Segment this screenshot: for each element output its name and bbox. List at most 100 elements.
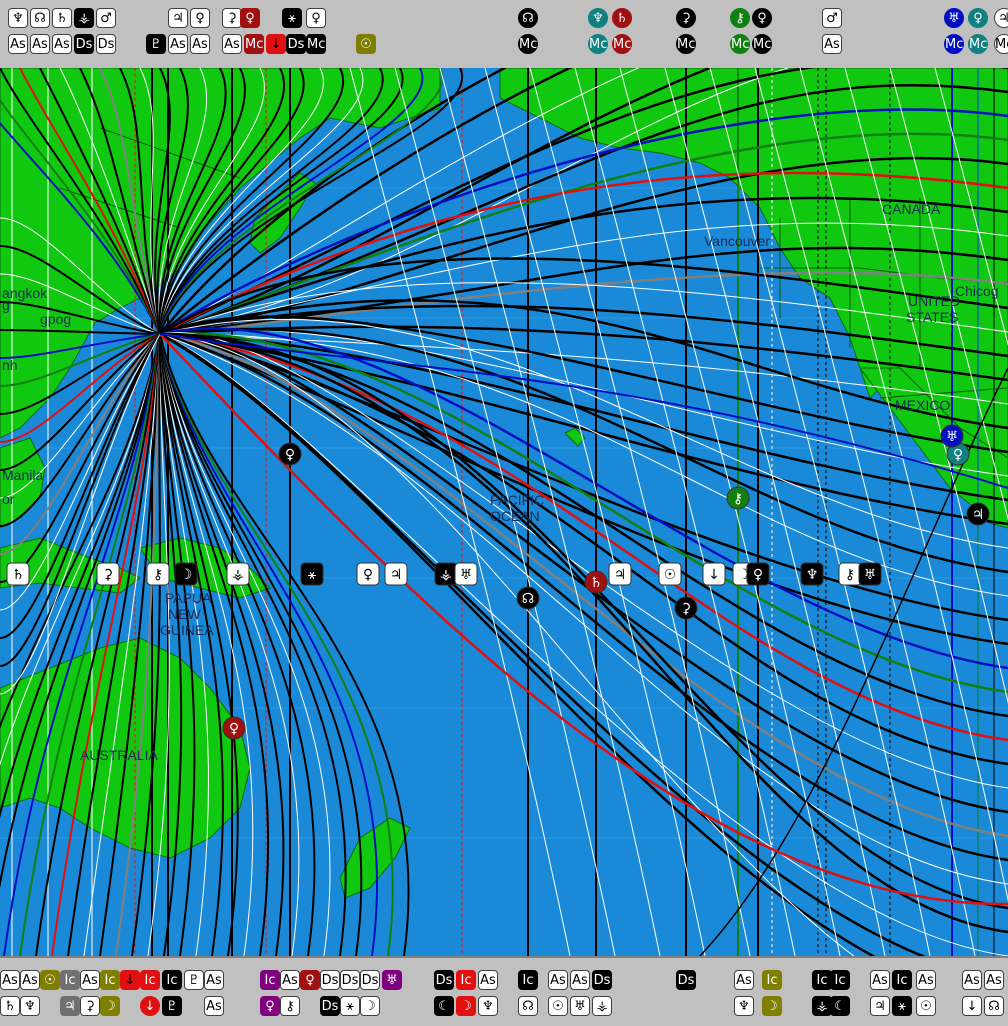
bottom-row1-glyph-8[interactable]: Ic [162,970,182,990]
bottom-row1-glyph-22[interactable]: As [548,970,568,990]
top-row1-glyph-13[interactable]: ♄ [612,8,632,28]
top-row1-glyph-10[interactable]: ♀ [306,8,326,28]
bottom-row1-glyph-14[interactable]: Ds [320,970,340,990]
map-glyph-23[interactable]: ⚷ [726,486,750,510]
map-glyph-8[interactable]: ⚶ [434,562,458,586]
bottom-row2-glyph-12[interactable]: ☽ [360,996,380,1016]
map-glyph-13[interactable]: ↓ [702,562,726,586]
map-glyph-2[interactable]: ⚷ [146,562,170,586]
bottom-row1-glyph-15[interactable]: Ds [340,970,360,990]
top-row2-glyph-0[interactable]: As [8,34,28,54]
bottom-row2-glyph-20[interactable]: ♆ [734,996,754,1016]
bottom-row2-glyph-28[interactable]: ☊ [984,996,1004,1016]
bottom-row1-glyph-20[interactable]: As [478,970,498,990]
bottom-row1-glyph-32[interactable]: As [916,970,936,990]
bottom-row1-glyph-6[interactable]: ↓ [120,970,140,990]
top-row2-glyph-4[interactable]: Ds [96,34,116,54]
map-glyph-15[interactable]: ♀ [746,562,770,586]
map-glyph-21[interactable]: ⚳ [674,596,698,620]
bottom-row2-glyph-22[interactable]: ⚶ [812,996,832,1016]
top-row1-glyph-4[interactable]: ♂ [96,8,116,28]
top-row2-glyph-23[interactable]: Mc [994,34,1008,54]
bottom-row1-glyph-17[interactable]: ♅ [382,970,402,990]
map-glyph-20[interactable]: ☊ [516,586,540,610]
top-row2-glyph-6[interactable]: As [168,34,188,54]
bottom-row1-glyph-10[interactable]: As [204,970,224,990]
top-row1-glyph-5[interactable]: ♃ [168,8,188,28]
bottom-row2-glyph-26[interactable]: ☉ [916,996,936,1016]
bottom-row2-glyph-4[interactable]: ☽ [100,996,120,1016]
bottom-row2-glyph-24[interactable]: ♃ [870,996,890,1016]
top-row1-glyph-9[interactable]: ⚹ [282,8,302,28]
bottom-row1-glyph-4[interactable]: As [80,970,100,990]
top-row1-glyph-7[interactable]: ⚳ [222,8,242,28]
map-glyph-6[interactable]: ♀ [356,562,380,586]
top-row1-glyph-20[interactable]: ♃ [994,8,1008,28]
bottom-row1-glyph-0[interactable]: As [0,970,20,990]
top-row1-glyph-8[interactable]: ♀ [240,8,260,28]
top-row2-glyph-16[interactable]: Mc [612,34,632,54]
top-row2-glyph-5[interactable]: ♇ [146,34,166,54]
top-row1-glyph-2[interactable]: ♄ [52,8,72,28]
top-row2-glyph-18[interactable]: Mc [730,34,750,54]
top-row1-glyph-1[interactable]: ☊ [30,8,50,28]
top-row1-glyph-15[interactable]: ⚷ [730,8,750,28]
map-glyph-11[interactable]: ♃ [608,562,632,586]
bottom-row1-glyph-28[interactable]: Ic [812,970,832,990]
bottom-row2-glyph-2[interactable]: ♃ [60,996,80,1016]
top-row1-glyph-19[interactable]: ♀ [968,8,988,28]
map-glyph-3[interactable]: ☽ [174,562,198,586]
bottom-row2-glyph-14[interactable]: ☽ [456,996,476,1016]
bottom-row2-glyph-7[interactable]: As [204,996,224,1016]
top-row2-glyph-14[interactable]: Mc [518,34,538,54]
bottom-row2-glyph-16[interactable]: ☊ [518,996,538,1016]
map-glyph-5[interactable]: ⚹ [300,562,324,586]
bottom-row1-glyph-24[interactable]: Ds [592,970,612,990]
map-glyph-9[interactable]: ♅ [454,562,478,586]
top-row1-glyph-11[interactable]: ☊ [518,8,538,28]
top-row1-glyph-16[interactable]: ♀ [752,8,772,28]
bottom-row2-glyph-1[interactable]: ♆ [20,996,40,1016]
world-map[interactable]: CANADA Vancouver Chicog UNITED STATES ME… [0,68,1008,956]
bottom-row1-glyph-21[interactable]: Ic [518,970,538,990]
map-glyph-19[interactable]: ♀ [278,442,302,466]
bottom-row1-glyph-2[interactable]: ☉ [40,970,60,990]
bottom-row2-glyph-0[interactable]: ♄ [0,996,20,1016]
bottom-row1-glyph-9[interactable]: ♇ [184,970,204,990]
bottom-row2-glyph-10[interactable]: Ds [320,996,340,1016]
map-glyph-17[interactable]: ⚷ [838,562,862,586]
top-row2-glyph-13[interactable]: ☉ [356,34,376,54]
top-row1-glyph-6[interactable]: ♀ [190,8,210,28]
map-glyph-16[interactable]: ♆ [800,562,824,586]
bottom-row1-glyph-16[interactable]: Ds [360,970,380,990]
top-row2-glyph-12[interactable]: Mc [306,34,326,54]
map-glyph-0[interactable]: ♄ [6,562,30,586]
bottom-row1-glyph-1[interactable]: As [20,970,40,990]
bottom-row1-glyph-33[interactable]: As [962,970,982,990]
map-glyph-22[interactable]: ♀ [222,716,246,740]
top-row2-glyph-19[interactable]: Mc [752,34,772,54]
map-glyph-26[interactable]: ♃ [966,502,990,526]
top-row2-glyph-9[interactable]: Mc [244,34,264,54]
top-row2-glyph-7[interactable]: As [190,34,210,54]
top-row2-glyph-15[interactable]: Mc [588,34,608,54]
bottom-row1-glyph-31[interactable]: Ic [892,970,912,990]
bottom-row2-glyph-27[interactable]: ↓ [962,996,982,1016]
bottom-row1-glyph-18[interactable]: Ds [434,970,454,990]
top-row1-glyph-17[interactable]: ♂ [822,8,842,28]
bottom-row1-glyph-3[interactable]: Ic [60,970,80,990]
bottom-row1-glyph-26[interactable]: As [734,970,754,990]
top-row2-glyph-22[interactable]: Mc [968,34,988,54]
top-row2-glyph-17[interactable]: Mc [676,34,696,54]
top-row1-glyph-14[interactable]: ⚳ [676,8,696,28]
bottom-row2-glyph-17[interactable]: ☉ [548,996,568,1016]
top-row1-glyph-12[interactable]: ♆ [588,8,608,28]
top-row1-glyph-3[interactable]: ⚶ [74,8,94,28]
bottom-row1-glyph-30[interactable]: As [870,970,890,990]
map-glyph-10[interactable]: ♄ [584,570,608,594]
bottom-row1-glyph-13[interactable]: ♀ [300,970,320,990]
bottom-row2-glyph-18[interactable]: ♅ [570,996,590,1016]
bottom-row2-glyph-13[interactable]: ☾ [434,996,454,1016]
bottom-row2-glyph-23[interactable]: ☾ [830,996,850,1016]
top-row2-glyph-20[interactable]: As [822,34,842,54]
